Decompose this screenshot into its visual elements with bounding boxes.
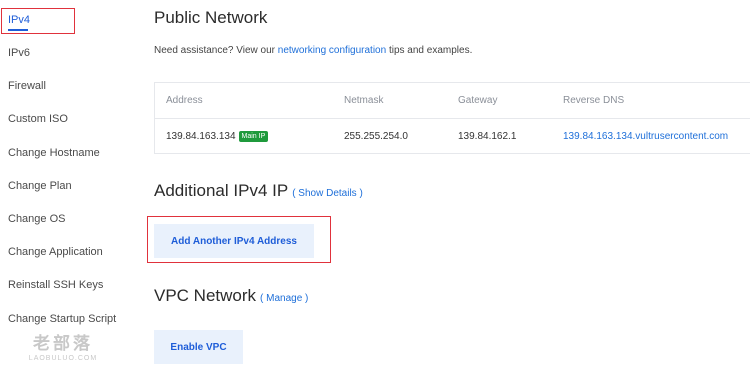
public-network-title: Public Network (154, 8, 268, 27)
show-details-link[interactable]: ( Show Details ) (292, 188, 363, 199)
address-cell: 139.84.163.134 Main IP (166, 131, 269, 142)
reverse-dns-link[interactable]: 139.84.163.134.vultrusercontent.com (563, 131, 728, 142)
address-value: 139.84.163.134 (166, 131, 236, 142)
vpc-network-title: VPC Network (154, 286, 257, 305)
sidebar-item-ipv4[interactable]: IPv4 (8, 14, 30, 26)
watermark-text: 老部落 (33, 334, 93, 353)
additional-ipv4-section-title: Additional IPv4 IP( Show Details ) (154, 181, 363, 201)
watermark-subtext: LAOBULUO.COM (28, 355, 98, 362)
manage-vpc-link[interactable]: ( Manage ) (260, 293, 308, 304)
sidebar-item-change-startup-script[interactable]: Change Startup Script (8, 313, 116, 325)
settings-sidebar: IPv4 IPv6 Firewall Custom ISO Change Hos… (0, 0, 140, 382)
public-network-table: Address Netmask Gateway Reverse DNS 139.… (154, 82, 750, 154)
vpc-section-title: VPC Network( Manage ) (154, 286, 308, 306)
table-header: Address Netmask Gateway Reverse DNS (155, 83, 750, 119)
sidebar-item-firewall[interactable]: Firewall (8, 80, 46, 92)
assist-prefix: Need assistance? View our (154, 45, 278, 56)
sidebar-item-reinstall-ssh-keys[interactable]: Reinstall SSH Keys (8, 279, 103, 291)
sidebar-item-change-application[interactable]: Change Application (8, 246, 103, 258)
sidebar-item-ipv6[interactable]: IPv6 (8, 47, 30, 59)
table-row: 139.84.163.134 Main IP 255.255.254.0 139.… (155, 119, 750, 154)
sidebar-item-custom-iso[interactable]: Custom ISO (8, 113, 68, 125)
sidebar-item-change-hostname[interactable]: Change Hostname (8, 147, 100, 159)
assistance-text: Need assistance? View our networking con… (154, 45, 472, 56)
sidebar-item-change-os[interactable]: Change OS (8, 213, 65, 225)
watermark-logo: 老部落 LAOBULUO.COM (28, 334, 98, 364)
netmask-value: 255.255.254.0 (344, 131, 408, 142)
add-ipv4-address-button[interactable]: Add Another IPv4 Address (154, 224, 314, 258)
networking-configuration-link[interactable]: networking configuration (278, 45, 386, 56)
header-netmask: Netmask (344, 95, 384, 106)
sidebar-item-change-plan[interactable]: Change Plan (8, 180, 72, 192)
additional-ipv4-title: Additional IPv4 IP (154, 181, 289, 200)
enable-vpc-button[interactable]: Enable VPC (154, 330, 243, 364)
header-gateway: Gateway (458, 95, 498, 106)
header-reverse-dns: Reverse DNS (563, 95, 625, 106)
header-address: Address (166, 95, 203, 106)
main-ip-badge: Main IP (238, 131, 269, 142)
assist-suffix: tips and examples. (386, 45, 473, 56)
gateway-value: 139.84.162.1 (458, 131, 517, 142)
active-underline (8, 29, 28, 31)
